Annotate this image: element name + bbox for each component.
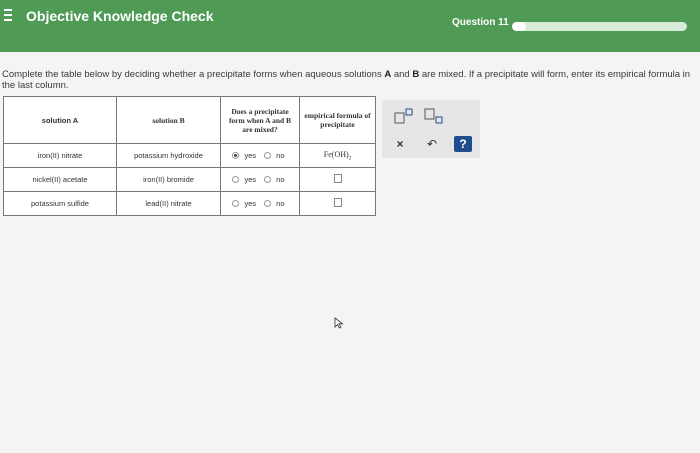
table-row: nickel(II) acetate iron(II) bromide yes …: [3, 167, 376, 192]
formula-input[interactable]: [299, 191, 376, 216]
yes-radio[interactable]: [232, 200, 240, 207]
precipitate-choice: yes no: [220, 167, 300, 192]
header-solution-b: solution B: [116, 96, 221, 144]
subscript-icon[interactable]: [422, 107, 446, 125]
menu-icon[interactable]: [4, 9, 12, 21]
no-radio[interactable]: [264, 176, 272, 183]
progress-fill: [512, 22, 526, 31]
question-number: Question 11: [452, 17, 509, 28]
no-radio[interactable]: [264, 152, 272, 159]
header-solution-a: solution A: [3, 96, 117, 144]
yes-radio[interactable]: [232, 176, 240, 183]
undo-button[interactable]: ↶: [424, 136, 440, 152]
solution-a-cell: potassium sulfide: [3, 191, 117, 216]
no-radio[interactable]: [264, 200, 272, 207]
formula-input[interactable]: Fe(OH)2: [299, 143, 376, 168]
yes-radio[interactable]: [232, 152, 240, 159]
precipitate-choice: yes no: [220, 143, 300, 168]
table-row: iron(II) nitrate potassium hydroxide yes…: [3, 143, 376, 168]
solution-b-cell: lead(II) nitrate: [116, 191, 221, 216]
progress-bar: [512, 22, 687, 31]
help-button[interactable]: ?: [454, 136, 472, 152]
precipitate-choice: yes no: [220, 191, 300, 216]
empty-input-box[interactable]: [333, 174, 342, 183]
table-row: potassium sulfide lead(II) nitrate yes n…: [3, 191, 376, 216]
solution-a-cell: nickel(II) acetate: [3, 167, 117, 192]
solution-b-cell: iron(II) bromide: [116, 167, 221, 192]
formula-value: Fe(OH)2: [323, 149, 352, 162]
math-palette: × ↶ ?: [382, 100, 480, 158]
header-precipitate: Does a precipitate form when A and B are…: [220, 96, 300, 144]
app-title: Objective Knowledge Check: [26, 8, 214, 24]
top-bar: Objective Knowledge Check Question 11: [0, 0, 700, 52]
instructions: Complete the table below by deciding whe…: [2, 69, 691, 91]
empty-input-box[interactable]: [333, 198, 342, 207]
header-formula: empirical formula of precipitate: [299, 96, 376, 144]
superscript-icon[interactable]: [392, 107, 416, 125]
clear-button[interactable]: ×: [392, 136, 408, 152]
formula-input[interactable]: [299, 167, 376, 192]
solution-b-cell: potassium hydroxide: [116, 143, 221, 168]
solution-a-cell: iron(II) nitrate: [3, 143, 117, 168]
precipitate-table: solution A solution B Does a precipitate…: [3, 96, 376, 216]
mouse-cursor-icon: [334, 317, 344, 329]
